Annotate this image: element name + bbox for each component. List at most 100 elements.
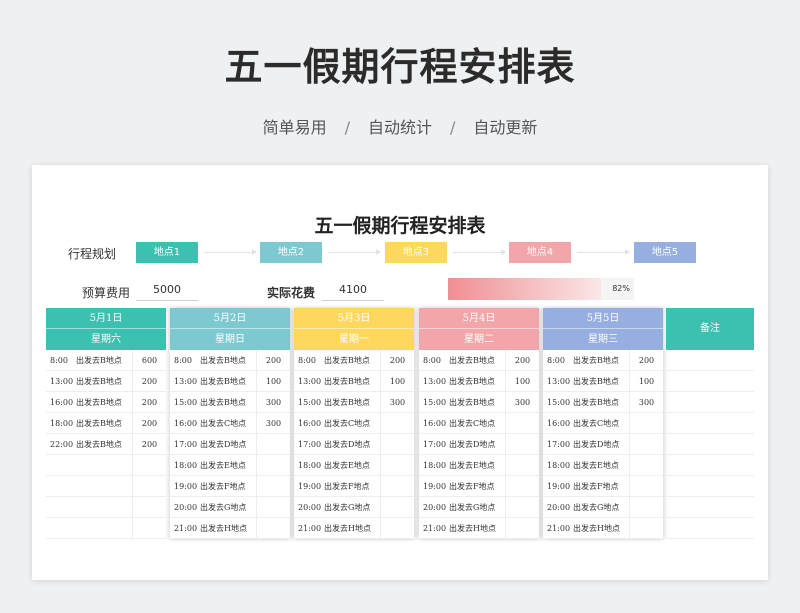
schedule-row[interactable]: 18:00 出发去E地点: [170, 455, 290, 476]
day-header[interactable]: 5月2日 星期日: [170, 308, 290, 350]
schedule-row[interactable]: 8:00 出发去B地点 200: [419, 350, 539, 371]
notes-row[interactable]: [666, 413, 754, 434]
schedule-row[interactable]: [46, 518, 166, 539]
schedule-row[interactable]: 16:00 出发去C地点: [294, 413, 414, 434]
spreadsheet-card: 五一假期行程安排表 行程规划 地点1 地点2 地点3 地点4 地点5 预算费用 …: [32, 165, 768, 580]
schedule-row[interactable]: 17:00 出发去D地点: [419, 434, 539, 455]
schedule-row[interactable]: 15:00 出发去B地点 300: [170, 392, 290, 413]
row-time: 21:00: [174, 524, 198, 533]
subtitle-item: 自动更新: [473, 118, 538, 137]
schedule-row[interactable]: 17:00 出发去D地点: [294, 434, 414, 455]
place-3-cell[interactable]: 地点3: [385, 242, 447, 263]
schedule-row[interactable]: 16:00 出发去C地点: [419, 413, 539, 434]
schedule-row[interactable]: 15:00 出发去B地点 300: [294, 392, 414, 413]
row-activity: 出发去G地点: [449, 503, 496, 512]
row-activity: 出发去C地点: [324, 419, 371, 428]
schedule-row[interactable]: 17:00 出发去D地点: [543, 434, 663, 455]
schedule-row[interactable]: 13:00 出发去B地点 100: [419, 371, 539, 392]
schedule-row[interactable]: 16:00 出发去B地点 200: [46, 392, 166, 413]
row-cost: [380, 518, 414, 539]
notes-row[interactable]: [666, 371, 754, 392]
schedule-row[interactable]: 16:00 出发去C地点 300: [170, 413, 290, 434]
notes-row[interactable]: [666, 392, 754, 413]
schedule-row[interactable]: 8:00 出发去B地点 200: [170, 350, 290, 371]
row-cost: 300: [256, 413, 290, 434]
row-cost: 200: [380, 350, 414, 371]
plan-label: 行程规划: [68, 247, 117, 261]
schedule-row[interactable]: 16:00 出发去C地点: [543, 413, 663, 434]
budget-value-cell[interactable]: 5000: [136, 280, 198, 301]
row-activity: 出发去H地点: [449, 524, 496, 533]
row-activity: 出发去D地点: [573, 440, 620, 449]
row-activity: 出发去E地点: [573, 461, 619, 470]
day-header[interactable]: 5月5日 星期三: [543, 308, 663, 350]
schedule-row[interactable]: 20:00 出发去G地点: [419, 497, 539, 518]
schedule-row[interactable]: 19:00 出发去F地点: [419, 476, 539, 497]
schedule-row[interactable]: 18:00 出发去B地点 200: [46, 413, 166, 434]
notes-header[interactable]: 备注: [666, 308, 754, 350]
schedule-row[interactable]: 21:00 出发去H地点: [543, 518, 663, 539]
notes-row[interactable]: [666, 518, 754, 539]
schedule-row[interactable]: [46, 497, 166, 518]
row-cost: 200: [629, 350, 663, 371]
schedule-row[interactable]: 22:00 出发去B地点 200: [46, 434, 166, 455]
row-activity: 出发去F地点: [449, 482, 495, 491]
row-cost: 200: [132, 392, 166, 413]
schedule-row[interactable]: 20:00 出发去G地点: [170, 497, 290, 518]
row-activity: 出发去G地点: [573, 503, 620, 512]
day-header[interactable]: 5月1日 星期六: [46, 308, 166, 350]
actual-value-cell[interactable]: 4100: [322, 280, 384, 301]
row-activity: 出发去B地点: [76, 377, 122, 386]
schedule-row[interactable]: 18:00 出发去E地点: [419, 455, 539, 476]
schedule-row[interactable]: 8:00 出发去B地点 200: [543, 350, 663, 371]
schedule-row[interactable]: 19:00 出发去F地点: [170, 476, 290, 497]
schedule-row[interactable]: 13:00 出发去B地点 100: [294, 371, 414, 392]
notes-row[interactable]: [666, 476, 754, 497]
schedule-row[interactable]: 18:00 出发去E地点: [543, 455, 663, 476]
schedule-row[interactable]: 20:00 出发去G地点: [294, 497, 414, 518]
row-cost: [256, 476, 290, 497]
place-4-cell[interactable]: 地点4: [509, 242, 571, 263]
schedule-row[interactable]: 17:00 出发去D地点: [170, 434, 290, 455]
row-time: 16:00: [298, 419, 322, 428]
schedule-row[interactable]: [46, 476, 166, 497]
row-activity: 出发去C地点: [200, 419, 247, 428]
schedule-row[interactable]: [46, 455, 166, 476]
row-time: 18:00: [547, 461, 571, 470]
notes-row[interactable]: [666, 455, 754, 476]
row-activity: 出发去B地点: [76, 419, 122, 428]
row-cost: [505, 476, 539, 497]
place-2-cell[interactable]: 地点2: [260, 242, 322, 263]
notes-row[interactable]: [666, 434, 754, 455]
row-time: 19:00: [174, 482, 198, 491]
schedule-row[interactable]: 13:00 出发去B地点 100: [543, 371, 663, 392]
day-header[interactable]: 5月4日 星期二: [419, 308, 539, 350]
schedule-row[interactable]: 8:00 出发去B地点 200: [294, 350, 414, 371]
schedule-row[interactable]: 13:00 出发去B地点 200: [46, 371, 166, 392]
schedule-row[interactable]: 13:00 出发去B地点 100: [170, 371, 290, 392]
schedule-row[interactable]: 20:00 出发去G地点: [543, 497, 663, 518]
row-time: 20:00: [423, 503, 447, 512]
row-activity: 出发去B地点: [573, 377, 619, 386]
row-time: 15:00: [547, 398, 571, 407]
schedule-row[interactable]: 19:00 出发去F地点: [543, 476, 663, 497]
schedule-row[interactable]: 21:00 出发去H地点: [419, 518, 539, 539]
schedule-row[interactable]: 19:00 出发去F地点: [294, 476, 414, 497]
place-1-cell[interactable]: 地点1: [136, 242, 198, 263]
schedule-row[interactable]: 21:00 出发去H地点: [170, 518, 290, 539]
row-activity: 出发去B地点: [76, 398, 122, 407]
row-cost: 100: [629, 371, 663, 392]
notes-column: 备注: [666, 308, 754, 539]
notes-row[interactable]: [666, 497, 754, 518]
schedule-row[interactable]: 15:00 出发去B地点 300: [543, 392, 663, 413]
schedule-row[interactable]: 18:00 出发去E地点: [294, 455, 414, 476]
notes-row[interactable]: [666, 350, 754, 371]
row-time: 15:00: [298, 398, 322, 407]
day-header[interactable]: 5月3日 星期一: [294, 308, 414, 350]
row-time: 13:00: [423, 377, 447, 386]
row-time: 18:00: [298, 461, 322, 470]
schedule-row[interactable]: 8:00 出发去B地点 600: [46, 350, 166, 371]
schedule-row[interactable]: 15:00 出发去B地点 300: [419, 392, 539, 413]
schedule-row[interactable]: 21:00 出发去H地点: [294, 518, 414, 539]
place-5-cell[interactable]: 地点5: [634, 242, 696, 263]
